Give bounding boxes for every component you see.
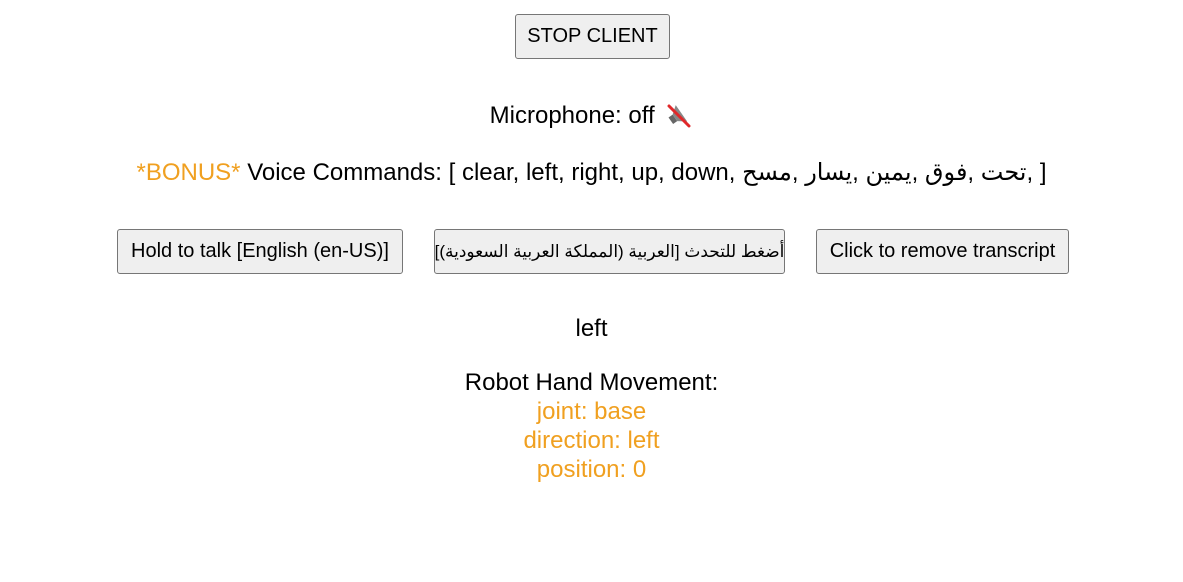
robot-position: position: 0 xyxy=(536,456,647,483)
muted-speaker-icon xyxy=(667,104,691,128)
stop-client-button[interactable]: STOP CLIENT xyxy=(515,14,670,59)
voice-commands: *BONUS* Voice Commands: [ clear, left, r… xyxy=(0,158,1183,187)
hold-to-talk-english-button[interactable]: Hold to talk [English (en-US)] xyxy=(117,229,403,274)
robot-joint: joint: base xyxy=(536,398,647,425)
hold-to-talk-arabic-button[interactable]: أضغط للتحدث [العربية (المملكة العربية ال… xyxy=(434,229,785,274)
voice-commands-text: Voice Commands: [ clear, left, right, up… xyxy=(247,159,1047,186)
robot-movement-title: Robot Hand Movement: xyxy=(464,369,719,396)
robot-direction: direction: left xyxy=(523,427,660,454)
microphone-status: Microphone: off xyxy=(0,101,1183,131)
remove-transcript-button[interactable]: Click to remove transcript xyxy=(816,229,1069,274)
transcript-text: left xyxy=(575,315,608,342)
microphone-status-text: Microphone: off xyxy=(489,102,655,129)
bonus-label: *BONUS* xyxy=(136,159,241,186)
page: STOP CLIENT Microphone: off *BONUS* Voic… xyxy=(0,0,1183,582)
